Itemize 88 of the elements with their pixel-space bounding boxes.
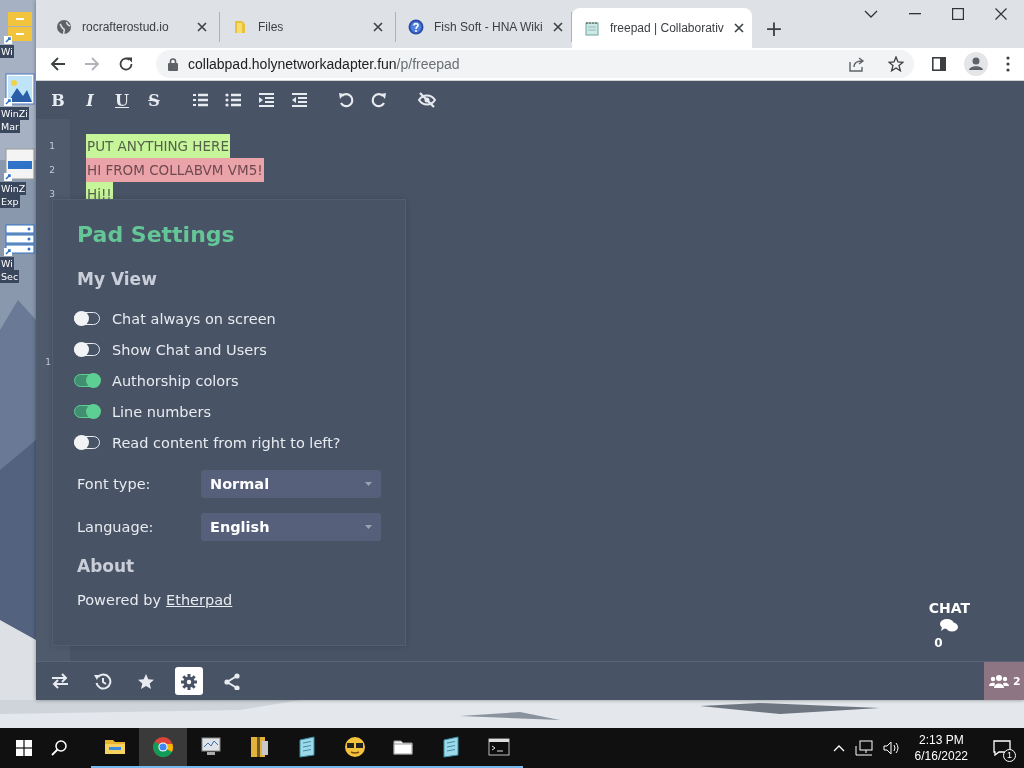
reload-icon[interactable] xyxy=(118,56,134,72)
maximize-icon[interactable] xyxy=(952,8,964,20)
history-icon xyxy=(94,672,112,690)
notifications-button[interactable]: 1 xyxy=(980,728,1024,768)
volume-icon[interactable] xyxy=(882,740,901,756)
users-icon xyxy=(989,674,1009,688)
chat-label[interactable]: CHAT xyxy=(928,600,970,616)
notepad-icon xyxy=(296,736,318,758)
dropdown[interactable]: Normal xyxy=(201,470,381,498)
field-label: Language: xyxy=(77,519,155,535)
browser-tab[interactable]: Fish Soft - HNA Wiki xyxy=(396,12,572,42)
notification-icon xyxy=(993,740,1011,756)
more-icon[interactable] xyxy=(1006,56,1010,72)
browser-tab[interactable]: Files xyxy=(220,12,396,42)
line-number: 1 xyxy=(48,140,56,153)
caret-icon xyxy=(365,525,372,529)
share-icon xyxy=(223,672,241,690)
panel-title: Pad Settings xyxy=(77,222,235,247)
bullet-list-icon[interactable] xyxy=(225,92,242,108)
chat-count: 0 xyxy=(934,636,943,650)
terminal-icon xyxy=(488,736,510,758)
help-icon xyxy=(408,19,424,35)
chevron-down-icon[interactable] xyxy=(864,10,878,18)
field-label: Font type: xyxy=(77,476,152,492)
smiley-glasses-icon xyxy=(344,736,366,758)
toggle-switch[interactable] xyxy=(74,405,100,418)
toggle-label: Chat always on screen xyxy=(112,310,276,327)
folder-icon xyxy=(232,19,248,35)
undo-icon[interactable] xyxy=(338,92,355,108)
section-heading: My View xyxy=(77,269,157,289)
underline-button[interactable]: U xyxy=(114,90,130,110)
star-icon xyxy=(137,672,155,690)
italic-button[interactable]: I xyxy=(82,90,98,110)
monitor-icon xyxy=(200,736,222,758)
swap-icon xyxy=(51,672,69,690)
notepad-icon xyxy=(440,736,462,758)
browser-tab[interactable]: freepad | Collaborativ xyxy=(572,8,752,48)
browser-icon xyxy=(152,736,174,758)
close-icon[interactable] xyxy=(197,22,207,32)
browser-app[interactable] xyxy=(139,728,187,768)
search-icon[interactable] xyxy=(51,740,67,756)
toggle-label: Show Chat and Users xyxy=(112,341,267,358)
toggle-label: Read content from right to left? xyxy=(112,434,341,451)
powered-by-text: Powered by xyxy=(77,592,162,608)
network-icon[interactable] xyxy=(854,740,873,756)
chat-icon xyxy=(940,618,959,632)
globe-icon xyxy=(56,19,72,35)
close-icon[interactable] xyxy=(552,22,563,32)
redo-icon[interactable] xyxy=(371,92,388,108)
chevron-up-icon[interactable] xyxy=(832,744,845,752)
url-path: /p/freepad xyxy=(396,56,460,72)
line-number: 2 xyxy=(48,164,56,177)
toggle-label: Line numbers xyxy=(112,403,211,420)
close-icon[interactable] xyxy=(373,22,383,32)
clock[interactable]: 2:13 PM 6/16/2022 xyxy=(914,732,968,764)
indent-icon[interactable] xyxy=(258,92,275,108)
dropdown[interactable]: English xyxy=(201,513,381,541)
bold-button[interactable]: B xyxy=(50,90,66,110)
ordered-list-icon[interactable] xyxy=(192,92,209,108)
minimize-icon[interactable] xyxy=(909,13,921,15)
url-host: collabpad.holynetworkadapter.fun xyxy=(188,56,397,72)
back-icon[interactable] xyxy=(50,56,66,72)
new-tab-button[interactable]: + xyxy=(756,8,792,48)
settings-button[interactable] xyxy=(175,667,203,695)
strikethrough-button[interactable]: S xyxy=(146,90,162,110)
etherpad-link[interactable]: Etherpad xyxy=(166,592,233,608)
share-icon[interactable] xyxy=(848,56,866,72)
caret-icon xyxy=(365,482,372,486)
browser-tab[interactable]: rocrafterostud.io xyxy=(44,12,220,42)
close-icon[interactable] xyxy=(733,23,744,33)
users-button[interactable]: 2 xyxy=(984,662,1024,700)
settings-icon xyxy=(180,672,198,690)
eye-slash-icon[interactable] xyxy=(418,92,436,108)
side-panel-icon[interactable] xyxy=(932,57,946,71)
line-number: 3 xyxy=(48,188,56,201)
toggle-switch[interactable] xyxy=(74,374,100,387)
avatar-icon[interactable] xyxy=(964,52,988,76)
windows-start-icon[interactable] xyxy=(16,740,32,756)
star-icon[interactable] xyxy=(888,56,904,72)
section-heading: About xyxy=(77,556,135,576)
toggle-label: Authorship colors xyxy=(112,372,239,389)
close-icon[interactable] xyxy=(995,8,1007,20)
outdent-icon[interactable] xyxy=(291,92,308,108)
address-bar[interactable]: collabpad.holynetworkadapter.fun/p/freepad xyxy=(156,50,914,78)
lock-icon xyxy=(168,57,178,71)
line-number: 1 xyxy=(44,356,52,369)
notepad-icon xyxy=(584,20,600,36)
archive-icon xyxy=(248,736,270,758)
